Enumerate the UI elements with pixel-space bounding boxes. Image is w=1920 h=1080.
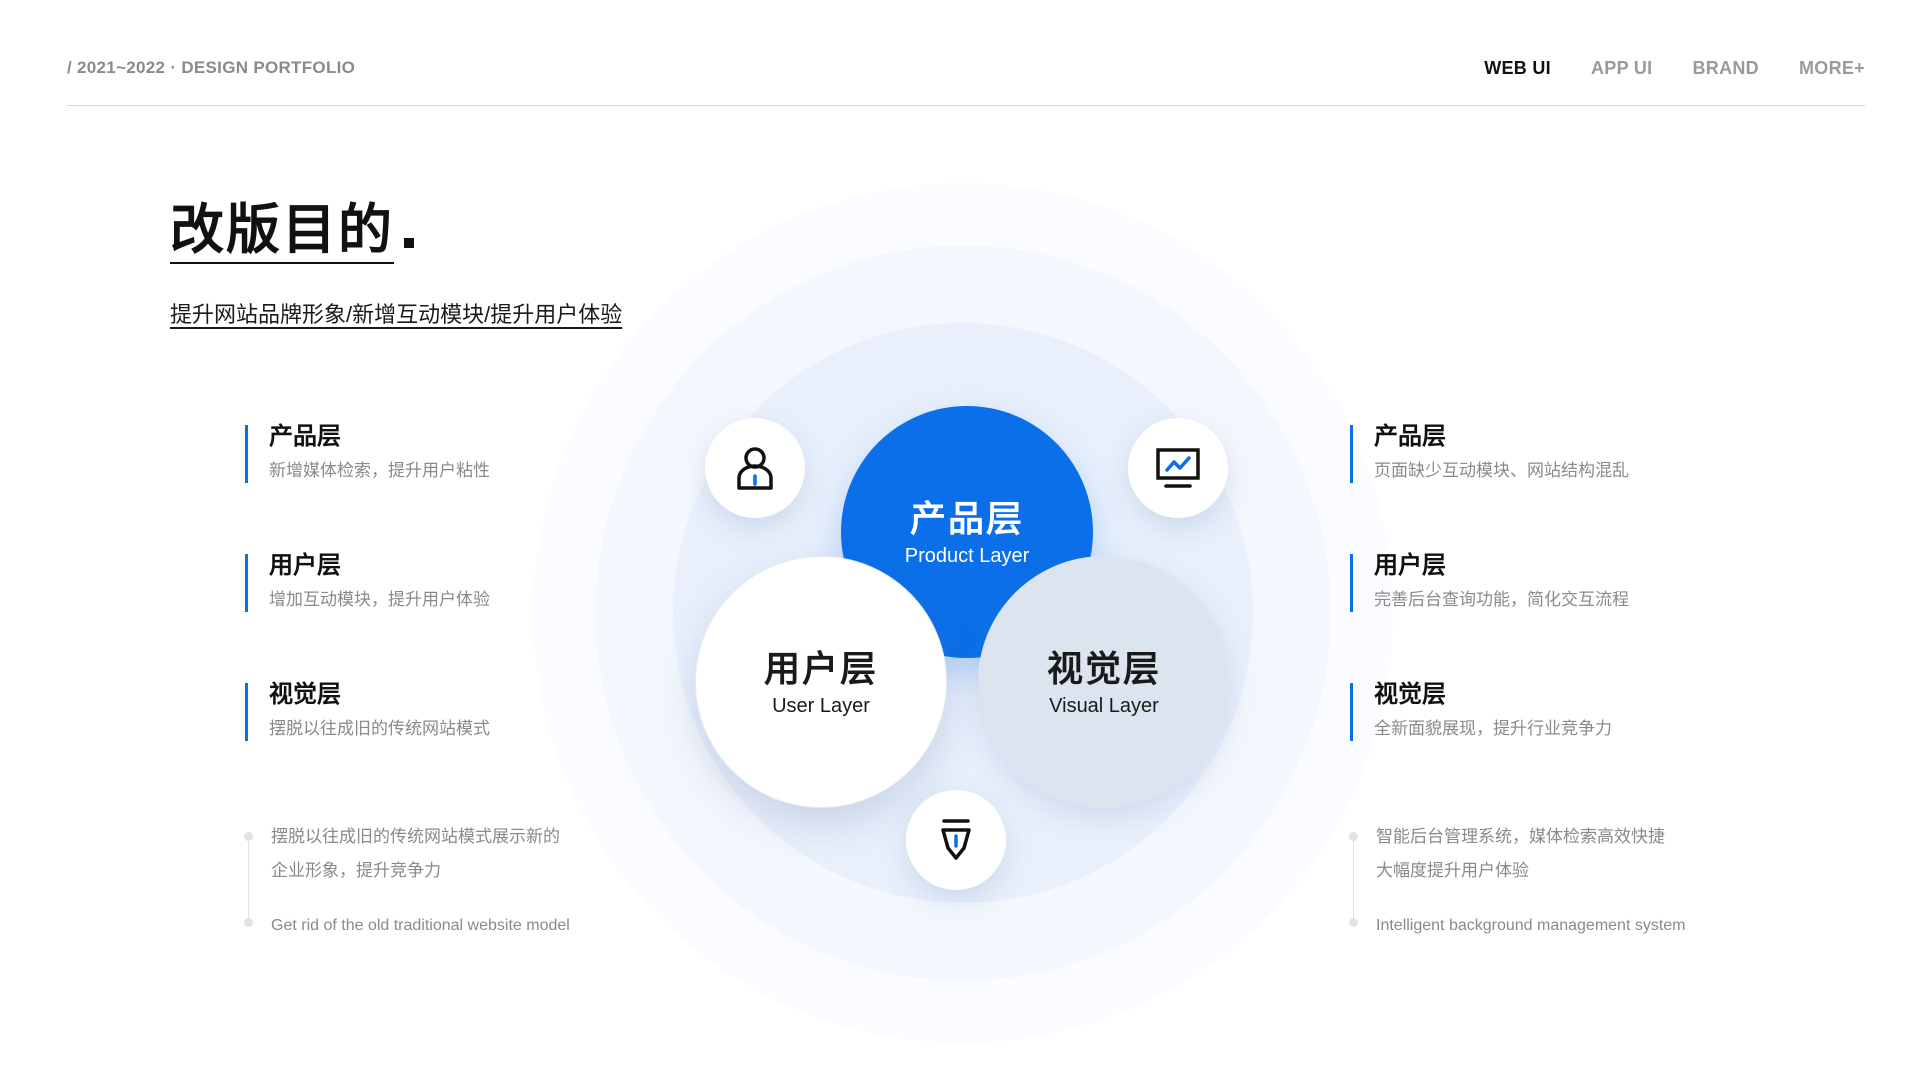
pen-nib-icon [941, 819, 971, 860]
page-title: 改版目的 [170, 200, 394, 264]
left-note-line2: 企业形象，提升竞争力 [271, 861, 441, 880]
left-item-title: 产品层 [269, 423, 341, 450]
nav-app-ui[interactable]: APP UI [1591, 58, 1653, 79]
visual-layer-en: Visual Layer [1049, 694, 1159, 717]
right-item-title: 产品层 [1374, 423, 1446, 450]
left-item-user: 用户层 增加互动模块，提升用户体验 [245, 551, 490, 612]
monitor-chart-icon [1156, 448, 1200, 488]
product-layer-cn: 产品层 [909, 497, 1024, 539]
monitor-icon-bubble [1128, 418, 1228, 518]
right-item-user: 用户层 完善后台查询功能，简化交互流程 [1350, 551, 1629, 612]
left-note-en: Get rid of the old traditional website m… [271, 917, 570, 934]
title-block: 改版目的 [170, 200, 414, 264]
nav-brand[interactable]: BRAND [1692, 58, 1759, 79]
right-item-visual: 视觉层 全新面貌展现，提升行业竞争力 [1350, 680, 1612, 741]
user-icon [737, 447, 773, 490]
page-subtitle: 提升网站品牌形象/新增互动模块/提升用户体验 [170, 302, 623, 327]
visual-layer-cn: 视觉层 [1046, 647, 1161, 689]
pen-icon-bubble [906, 790, 1006, 890]
header-divider [67, 105, 1865, 106]
user-layer-cn: 用户层 [763, 647, 878, 689]
right-item-title: 视觉层 [1374, 681, 1446, 708]
right-note-en: Intelligent background management system [1376, 917, 1686, 934]
left-item-desc: 增加互动模块，提升用户体验 [269, 590, 490, 609]
notes-dot [1349, 832, 1358, 841]
left-notes: 摆脱以往成旧的传统网站模式展示新的 企业形象，提升竞争力 Get rid of … [244, 827, 624, 934]
product-layer-en: Product Layer [904, 544, 1030, 567]
left-item-product: 产品层 新增媒体检索，提升用户粘性 [245, 422, 490, 483]
notes-line [248, 836, 249, 921]
user-layer-en: User Layer [772, 694, 870, 717]
right-note-line1: 智能后台管理系统，媒体检索高效快捷 [1376, 827, 1665, 846]
right-notes: 智能后台管理系统，媒体检索高效快捷 大幅度提升用户体验 Intelligent … [1349, 827, 1729, 934]
top-nav: WEB UI APP UI BRAND MORE+ [1484, 58, 1865, 79]
right-item-desc: 页面缺少互动模块、网站结构混乱 [1374, 461, 1629, 480]
right-item-product: 产品层 页面缺少互动模块、网站结构混乱 [1350, 422, 1629, 483]
portfolio-label: / 2021~2022 · DESIGN PORTFOLIO [67, 58, 356, 77]
right-item-title: 用户层 [1374, 552, 1446, 579]
right-note-line2: 大幅度提升用户体验 [1376, 861, 1529, 880]
left-item-visual: 视觉层 摆脱以往成旧的传统网站模式 [245, 680, 490, 741]
right-item-desc: 完善后台查询功能，简化交互流程 [1374, 590, 1629, 609]
left-item-title: 用户层 [269, 552, 341, 579]
title-dot [404, 238, 414, 248]
notes-line [1353, 836, 1354, 921]
left-item-title: 视觉层 [269, 681, 341, 708]
right-item-desc: 全新面貌展现，提升行业竞争力 [1374, 719, 1612, 738]
left-item-desc: 摆脱以往成旧的传统网站模式 [269, 719, 490, 738]
notes-dot [244, 918, 253, 927]
notes-dot [244, 832, 253, 841]
left-item-desc: 新增媒体检索，提升用户粘性 [269, 461, 490, 480]
user-layer-circle: 用户层 User Layer [695, 556, 947, 808]
nav-more[interactable]: MORE+ [1799, 58, 1865, 79]
visual-layer-circle: 视觉层 Visual Layer [978, 556, 1230, 808]
page: / 2021~2022 · DESIGN PORTFOLIO WEB UI AP… [0, 0, 1920, 1080]
nav-web-ui[interactable]: WEB UI [1484, 58, 1551, 79]
left-note-line1: 摆脱以往成旧的传统网站模式展示新的 [271, 827, 560, 846]
notes-dot [1349, 918, 1358, 927]
user-icon-bubble [705, 418, 805, 518]
